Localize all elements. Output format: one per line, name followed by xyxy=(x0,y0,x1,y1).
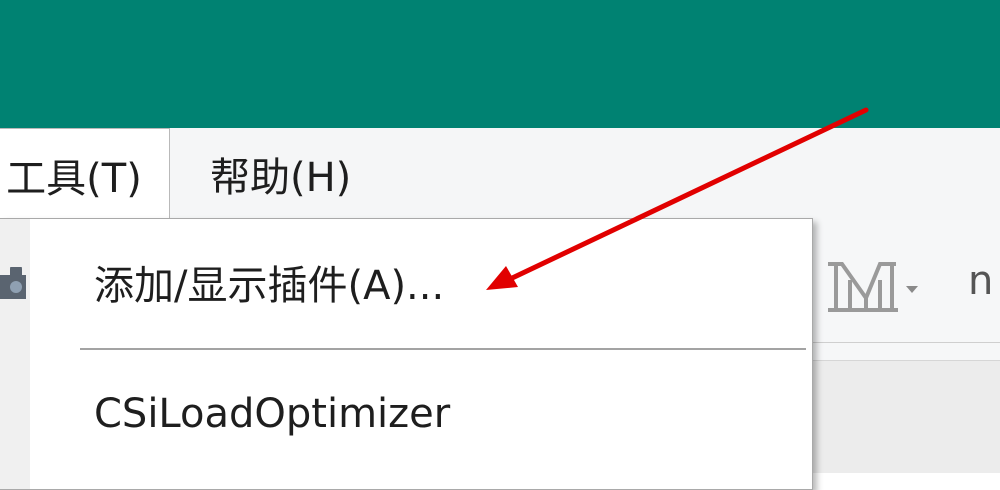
menu-bar: 工具(T) 帮助(H) xyxy=(0,128,1000,220)
toolbar-lower-panel xyxy=(810,360,1000,473)
menu-item-label: 添加/显示插件(A)... xyxy=(94,263,445,309)
toolbar-area: n xyxy=(810,220,1000,473)
menu-help[interactable]: 帮助(H) xyxy=(210,128,351,220)
toolbar-divider xyxy=(810,342,1000,343)
tools-dropdown-menu: 添加/显示插件(A)... CSiLoadOptimizer xyxy=(0,218,813,490)
menu-item-add-show-plugins[interactable]: 添加/显示插件(A)... xyxy=(80,227,800,337)
menu-item-label: CSiLoadOptimizer xyxy=(94,391,451,437)
bridge-icon[interactable] xyxy=(822,250,922,320)
title-bar xyxy=(0,0,1000,128)
menu-separator xyxy=(80,348,806,350)
menu-icon-column xyxy=(0,219,30,489)
menu-help-label: 帮助(H) xyxy=(210,155,352,201)
menu-tools[interactable]: 工具(T) xyxy=(0,128,170,220)
menu-item-csiloadoptimizer[interactable]: CSiLoadOptimizer xyxy=(80,359,800,469)
toolbar-partial-text: n xyxy=(968,258,994,304)
puzzle-plugin-icon xyxy=(0,267,26,299)
menu-tools-label: 工具(T) xyxy=(6,155,142,202)
dropdown-arrow-icon xyxy=(906,286,918,293)
